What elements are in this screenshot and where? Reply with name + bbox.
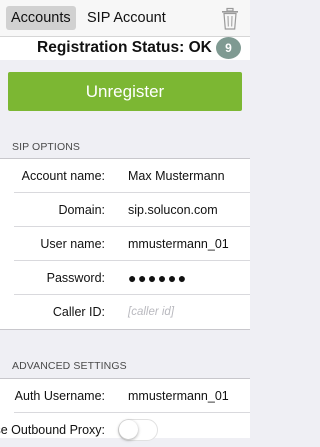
user-name-row[interactable]: User name: mmustermann_01 — [0, 227, 250, 261]
registration-status-row: Registration Status: OK — [0, 37, 250, 60]
auth-username-row[interactable]: Auth Username: mmustermann_01 — [0, 379, 250, 413]
outbound-proxy-label: Use Outbound Proxy: — [0, 413, 105, 447]
outbound-proxy-toggle[interactable] — [118, 419, 158, 441]
password-row[interactable]: Password: ●●●●●● — [0, 261, 250, 295]
domain-row[interactable]: Domain: sip.solucon.com — [0, 193, 250, 227]
password-field[interactable]: ●●●●●● — [128, 261, 188, 295]
outbound-proxy-row[interactable]: Use Outbound Proxy: — [0, 413, 250, 447]
domain-label: Domain: — [58, 193, 105, 227]
auth-username-label: Auth Username: — [15, 379, 105, 413]
unregister-button[interactable]: Unregister — [8, 72, 242, 111]
toggle-knob — [119, 420, 138, 439]
sip-options-group: Account name: Max Mustermann Domain: sip… — [0, 158, 250, 330]
password-label: Password: — [47, 261, 105, 295]
user-name-field[interactable]: mmustermann_01 — [128, 227, 229, 261]
registration-status-text: Registration Status: OK — [37, 38, 212, 58]
advanced-settings-group: Auth Username: mmustermann_01 Use Outbou… — [0, 378, 250, 438]
caller-id-row[interactable]: Caller ID: [caller id] — [0, 295, 250, 329]
user-name-label: User name: — [40, 227, 105, 261]
account-name-row[interactable]: Account name: Max Mustermann — [0, 159, 250, 193]
trash-icon[interactable] — [220, 7, 240, 31]
advanced-settings-header: ADVANCED SETTINGS — [12, 359, 127, 373]
auth-username-field[interactable]: mmustermann_01 — [128, 379, 229, 413]
sip-options-header: SIP OPTIONS — [12, 140, 80, 154]
caller-id-field[interactable]: [caller id] — [128, 295, 174, 329]
account-name-field[interactable]: Max Mustermann — [128, 159, 225, 193]
account-name-label: Account name: — [22, 159, 105, 193]
tab-sip-account[interactable]: SIP Account — [87, 6, 166, 30]
top-bar: Accounts SIP Account — [0, 0, 250, 37]
caller-id-label: Caller ID: — [53, 295, 105, 329]
domain-field[interactable]: sip.solucon.com — [128, 193, 218, 227]
status-badge: 9 — [216, 37, 241, 59]
tab-accounts[interactable]: Accounts — [6, 6, 76, 30]
